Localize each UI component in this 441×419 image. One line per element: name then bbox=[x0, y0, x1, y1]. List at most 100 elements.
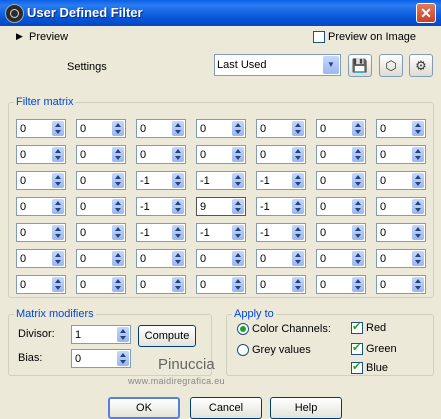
spin-arrows-icon[interactable] bbox=[52, 147, 64, 162]
matrix-cell-r2-c5[interactable]: 0 bbox=[256, 145, 306, 164]
matrix-cell-r1-c5[interactable]: 0 bbox=[256, 119, 306, 138]
spin-arrows-icon[interactable] bbox=[412, 199, 424, 214]
spin-arrows-icon[interactable] bbox=[52, 199, 64, 214]
matrix-cell-r1-c6[interactable]: 0 bbox=[316, 119, 366, 138]
compute-button[interactable]: Compute bbox=[138, 325, 196, 347]
preview-toggle[interactable]: Preview bbox=[29, 31, 68, 43]
green-channel-checkbox[interactable] bbox=[351, 341, 363, 355]
spin-arrows-icon[interactable] bbox=[112, 277, 124, 292]
preview-on-image-label[interactable]: Preview on Image bbox=[328, 31, 416, 43]
spin-arrows-icon[interactable] bbox=[172, 199, 184, 214]
matrix-cell-r4-c6[interactable]: 0 bbox=[316, 197, 366, 216]
spin-arrows-icon[interactable] bbox=[172, 251, 184, 266]
spin-arrows-icon[interactable] bbox=[172, 173, 184, 188]
matrix-cell-r6-c6[interactable]: 0 bbox=[316, 249, 366, 268]
matrix-cell-r6-c7[interactable]: 0 bbox=[376, 249, 426, 268]
spin-arrows-icon[interactable] bbox=[412, 121, 424, 136]
matrix-cell-r3-c7[interactable]: 0 bbox=[376, 171, 426, 190]
matrix-cell-r7-c1[interactable]: 0 bbox=[16, 275, 66, 294]
spin-arrows-icon[interactable] bbox=[292, 199, 304, 214]
matrix-cell-r1-c1[interactable]: 0 bbox=[16, 119, 66, 138]
preset-manager-button[interactable]: ⚙ bbox=[409, 54, 433, 77]
matrix-cell-r4-c1[interactable]: 0 bbox=[16, 197, 66, 216]
spin-arrows-icon[interactable] bbox=[352, 121, 364, 136]
grey-values-radio[interactable] bbox=[237, 344, 249, 356]
matrix-cell-r3-c3[interactable]: -1 bbox=[136, 171, 186, 190]
matrix-cell-r7-c4[interactable]: 0 bbox=[196, 275, 246, 294]
matrix-cell-r7-c5[interactable]: 0 bbox=[256, 275, 306, 294]
matrix-cell-r5-c7[interactable]: 0 bbox=[376, 223, 426, 242]
spin-arrows-icon[interactable] bbox=[352, 251, 364, 266]
matrix-cell-r5-c2[interactable]: 0 bbox=[76, 223, 126, 242]
matrix-cell-r6-c5[interactable]: 0 bbox=[256, 249, 306, 268]
matrix-cell-r2-c3[interactable]: 0 bbox=[136, 145, 186, 164]
spin-arrows-icon[interactable] bbox=[172, 147, 184, 162]
grey-values-label[interactable]: Grey values bbox=[252, 344, 311, 356]
spin-arrows-icon[interactable] bbox=[52, 277, 64, 292]
spin-arrows-icon[interactable] bbox=[232, 225, 244, 240]
spin-arrows-icon[interactable] bbox=[52, 121, 64, 136]
spin-arrows-icon[interactable] bbox=[117, 351, 129, 366]
red-channel-checkbox[interactable] bbox=[351, 320, 363, 334]
spin-arrows-icon[interactable] bbox=[112, 147, 124, 162]
blue-channel-checkbox[interactable] bbox=[351, 360, 363, 374]
matrix-cell-r6-c3[interactable]: 0 bbox=[136, 249, 186, 268]
spin-arrows-icon[interactable] bbox=[232, 199, 244, 214]
matrix-cell-r4-c3[interactable]: -1 bbox=[136, 197, 186, 216]
matrix-cell-r3-c2[interactable]: 0 bbox=[76, 171, 126, 190]
spin-arrows-icon[interactable] bbox=[352, 147, 364, 162]
spin-arrows-icon[interactable] bbox=[352, 225, 364, 240]
matrix-cell-r6-c2[interactable]: 0 bbox=[76, 249, 126, 268]
matrix-cell-r4-c5[interactable]: -1 bbox=[256, 197, 306, 216]
spin-arrows-icon[interactable] bbox=[292, 173, 304, 188]
spin-arrows-icon[interactable] bbox=[52, 251, 64, 266]
bias-spinner[interactable]: 0 bbox=[71, 349, 131, 368]
green-channel-label[interactable]: Green bbox=[366, 343, 397, 355]
matrix-cell-r5-c4[interactable]: -1 bbox=[196, 223, 246, 242]
matrix-cell-r5-c3[interactable]: -1 bbox=[136, 223, 186, 242]
spin-arrows-icon[interactable] bbox=[112, 173, 124, 188]
color-channels-label[interactable]: Color Channels: bbox=[252, 323, 331, 335]
spin-arrows-icon[interactable] bbox=[412, 251, 424, 266]
matrix-cell-r4-c4[interactable]: 9 bbox=[196, 197, 246, 216]
matrix-cell-r5-c6[interactable]: 0 bbox=[316, 223, 366, 242]
title-bar[interactable]: User Defined Filter ✕ bbox=[0, 0, 441, 26]
randomize-button[interactable]: ⬡ bbox=[379, 54, 403, 77]
spin-arrows-icon[interactable] bbox=[112, 199, 124, 214]
matrix-cell-r1-c2[interactable]: 0 bbox=[76, 119, 126, 138]
spin-arrows-icon[interactable] bbox=[352, 277, 364, 292]
matrix-cell-r1-c3[interactable]: 0 bbox=[136, 119, 186, 138]
matrix-cell-r4-c7[interactable]: 0 bbox=[376, 197, 426, 216]
spin-arrows-icon[interactable] bbox=[292, 277, 304, 292]
spin-arrows-icon[interactable] bbox=[292, 251, 304, 266]
spin-arrows-icon[interactable] bbox=[412, 277, 424, 292]
matrix-cell-r1-c7[interactable]: 0 bbox=[376, 119, 426, 138]
spin-arrows-icon[interactable] bbox=[172, 225, 184, 240]
spin-arrows-icon[interactable] bbox=[292, 121, 304, 136]
matrix-cell-r1-c4[interactable]: 0 bbox=[196, 119, 246, 138]
spin-arrows-icon[interactable] bbox=[412, 147, 424, 162]
matrix-cell-r7-c6[interactable]: 0 bbox=[316, 275, 366, 294]
matrix-cell-r6-c1[interactable]: 0 bbox=[16, 249, 66, 268]
spin-arrows-icon[interactable] bbox=[352, 199, 364, 214]
matrix-cell-r2-c4[interactable]: 0 bbox=[196, 145, 246, 164]
divisor-spinner[interactable]: 1 bbox=[71, 325, 131, 344]
preset-dropdown[interactable]: Last Used ▼ bbox=[214, 54, 341, 76]
matrix-cell-r2-c2[interactable]: 0 bbox=[76, 145, 126, 164]
spin-arrows-icon[interactable] bbox=[292, 147, 304, 162]
matrix-cell-r6-c4[interactable]: 0 bbox=[196, 249, 246, 268]
spin-arrows-icon[interactable] bbox=[232, 251, 244, 266]
spin-arrows-icon[interactable] bbox=[412, 173, 424, 188]
matrix-cell-r2-c1[interactable]: 0 bbox=[16, 145, 66, 164]
color-channels-radio[interactable] bbox=[237, 323, 249, 335]
matrix-cell-r3-c4[interactable]: -1 bbox=[196, 171, 246, 190]
spin-arrows-icon[interactable] bbox=[112, 251, 124, 266]
matrix-cell-r4-c2[interactable]: 0 bbox=[76, 197, 126, 216]
spin-arrows-icon[interactable] bbox=[112, 121, 124, 136]
matrix-cell-r7-c2[interactable]: 0 bbox=[76, 275, 126, 294]
matrix-cell-r7-c7[interactable]: 0 bbox=[376, 275, 426, 294]
red-channel-label[interactable]: Red bbox=[366, 322, 386, 334]
spin-arrows-icon[interactable] bbox=[232, 147, 244, 162]
spin-arrows-icon[interactable] bbox=[232, 121, 244, 136]
spin-arrows-icon[interactable] bbox=[172, 121, 184, 136]
